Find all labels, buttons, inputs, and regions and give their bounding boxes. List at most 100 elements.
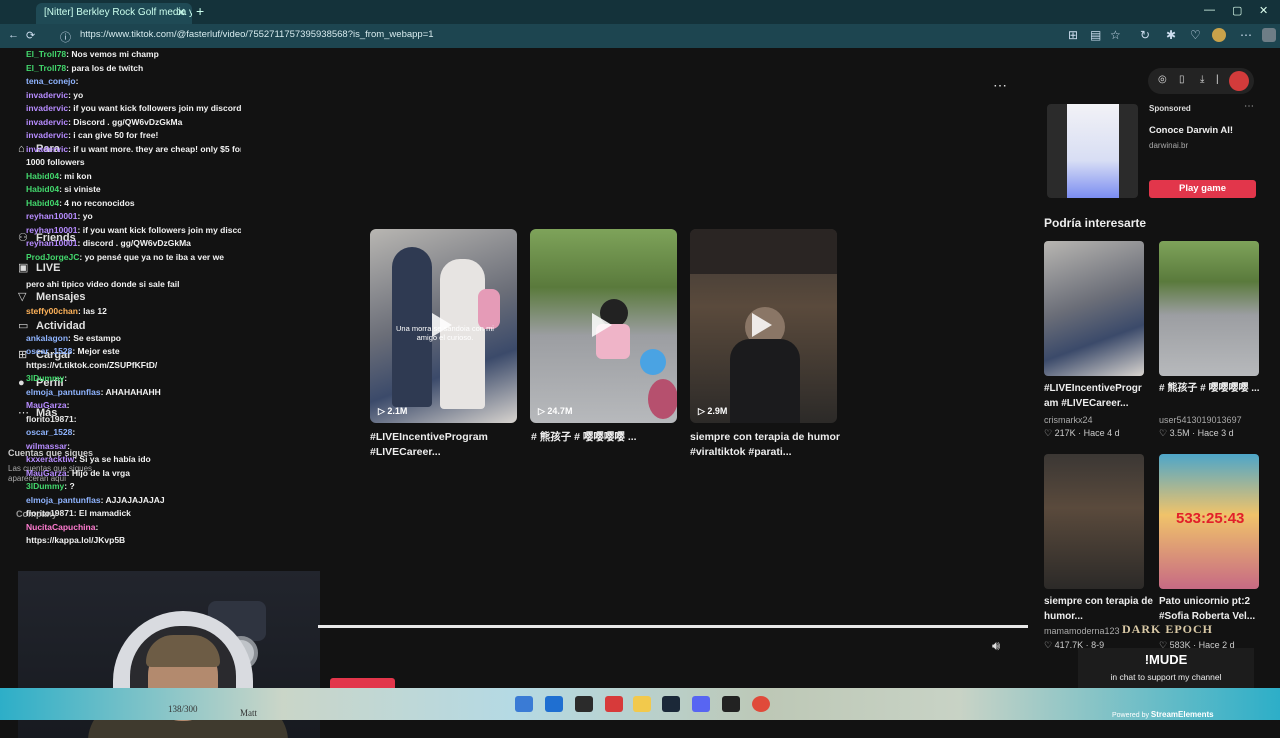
more-options-icon[interactable]: ⋯ — [993, 77, 1007, 94]
recommendation-thumbnail[interactable] — [1044, 241, 1144, 376]
ad-thumbnail[interactable] — [1047, 104, 1138, 198]
app-icon[interactable] — [575, 696, 593, 712]
chat-text: yo pensé que ya no te iba a ver we — [84, 251, 224, 262]
chat-message: reyhan10001: if you want kick followers … — [26, 224, 241, 238]
ad-title[interactable]: Conoce Darwin AI! — [1149, 125, 1233, 136]
extensions-icon[interactable]: ✱ — [1166, 28, 1176, 42]
chat-username[interactable]: invadervic — [26, 90, 68, 100]
chat-username[interactable]: wilmassar — [26, 441, 67, 451]
edge-icon[interactable] — [545, 696, 563, 712]
video-card[interactable]: ▷ 2.9M — [690, 229, 837, 423]
video-card[interactable]: ▷ 24.7M — [530, 229, 677, 423]
chat-username[interactable]: elmoja_pantunflas — [26, 495, 101, 505]
copilot-icon[interactable] — [1262, 28, 1276, 42]
volume-icon[interactable]: 🔊︎ — [992, 638, 1000, 654]
chat-username[interactable]: 3lDummy — [26, 373, 64, 383]
chat-username[interactable]: steffy00chan — [26, 306, 78, 316]
refresh-extension-icon[interactable]: ↻ — [1140, 28, 1150, 42]
chat-username[interactable]: NucitaCapuchina — [26, 522, 95, 532]
chat-username[interactable]: MauGarza — [26, 468, 67, 478]
chat-username[interactable]: invadervic — [26, 130, 68, 140]
user-avatar[interactable] — [1229, 71, 1249, 91]
chat-username[interactable]: Habid04 — [26, 184, 59, 194]
device-icon[interactable]: ▯ — [1179, 74, 1185, 85]
chat-message: kxxeracktiw: Si ya se había ido — [26, 454, 151, 464]
chat-username[interactable]: El_Troll78 — [26, 49, 66, 59]
browser-tab[interactable]: [Nitter] Berkley Rock Golf media y ✕ — [36, 3, 192, 24]
tab-close-icon[interactable]: ✕ — [177, 6, 186, 19]
chat-message — [26, 264, 241, 278]
stream-chat-overlay: El_Troll78: Nos vemos mi champ El_Troll78… — [26, 48, 241, 548]
download-icon[interactable]: ⤓ — [1200, 74, 1204, 85]
obs-icon[interactable] — [722, 696, 740, 712]
recommendation-title[interactable]: # 熊孩子 # 嘤嘤嘤嘤 ... — [1159, 381, 1269, 396]
chat-username[interactable]: oscar_1528 — [26, 346, 72, 356]
heart-icon[interactable]: ♡ — [1190, 28, 1201, 42]
chat-text: https://vt.tiktok.com/ZSUPfKFtD/ — [26, 359, 158, 370]
close-window-icon[interactable]: ✕ — [1259, 4, 1268, 17]
ad-domain: darwinai.br — [1149, 141, 1189, 150]
chat-username[interactable]: MauGarza — [26, 400, 67, 410]
video-caption[interactable]: # 熊孩子 # 嘤嘤嘤嘤 ... — [531, 430, 681, 445]
chat-message: reyhan10001: yo — [26, 211, 93, 221]
favorite-icon[interactable]: ☆ — [1110, 28, 1121, 42]
maximize-icon[interactable]: ▢ — [1232, 4, 1242, 17]
chat-username[interactable]: ankalagon — [26, 333, 68, 343]
chat-message — [26, 291, 241, 305]
apps-icon[interactable]: ⊞ — [1068, 28, 1078, 42]
chat-username[interactable]: reyhan10001 — [26, 225, 78, 235]
chat-username[interactable]: elmoja_pantunflas — [26, 387, 101, 397]
recommendation-author[interactable]: mamamoderna123 — [1044, 626, 1120, 636]
minimize-icon[interactable]: — — [1204, 4, 1215, 16]
chat-username[interactable]: 3lDummy — [26, 481, 64, 491]
chrome-icon[interactable] — [752, 696, 770, 712]
chat-username[interactable]: El_Troll78 — [26, 63, 66, 73]
chat-username[interactable]: kxxeracktiw — [26, 454, 74, 464]
chat-username[interactable]: invadervic — [26, 144, 68, 154]
chat-username[interactable]: Habid04 — [26, 171, 59, 181]
recommendation-thumbnail[interactable] — [1044, 454, 1144, 589]
reload-icon[interactable]: ⟳ — [26, 29, 35, 42]
compass-icon[interactable]: ◎ — [1158, 74, 1167, 85]
folder-icon[interactable] — [633, 696, 651, 712]
chat-username[interactable]: tena_conejo — [26, 76, 76, 86]
recommendation-author[interactable]: crismarkx24 — [1044, 415, 1093, 425]
chat-text: para los de twitch — [71, 62, 144, 73]
chat-text: https://kappa.lol/JKvp5B — [26, 535, 126, 545]
new-tab-icon[interactable]: + — [196, 3, 204, 19]
site-info-icon[interactable]: ⓘ — [60, 29, 71, 45]
steam-icon[interactable] — [662, 696, 680, 712]
chat-username[interactable]: reyhan10001 — [26, 211, 78, 221]
profile-avatar-icon[interactable] — [1212, 28, 1226, 42]
heart-icon: ♡ — [1044, 428, 1053, 438]
recommendation-author[interactable]: user5413019013697 — [1159, 415, 1242, 425]
video-caption[interactable]: siempre con terapia de humor #viraltikto… — [690, 430, 840, 460]
chat-username[interactable]: florito19871 — [26, 414, 74, 424]
video-caption[interactable]: #LIVEIncentiveProgram #LIVECareer... — [370, 430, 520, 460]
chat-username[interactable]: florito19871 — [26, 508, 74, 518]
chat-username[interactable]: invadervic — [26, 103, 68, 113]
video-progress-bar[interactable] — [318, 625, 1028, 628]
chat-username[interactable]: reyhan10001 — [26, 238, 78, 248]
reader-icon[interactable]: ▤ — [1090, 28, 1101, 42]
play-icon — [592, 313, 612, 337]
recommendation-title[interactable]: siempre con terapia de humor... — [1044, 594, 1154, 624]
back-icon[interactable]: ← — [8, 29, 19, 41]
chat-text: AJJAJAJAJAJ — [105, 494, 165, 505]
chat-username[interactable]: oscar_1528 — [26, 427, 72, 437]
recommendation-title[interactable]: Pato unicornio pt:2 #Sofia Roberta Vel..… — [1159, 594, 1269, 624]
video-card[interactable]: Una morra se sandoia con mi amigo el cur… — [370, 229, 517, 423]
menu-icon[interactable]: ⋯ — [1240, 28, 1252, 42]
play-game-button[interactable]: Play game — [1149, 180, 1256, 198]
chat-username[interactable]: ProdJorgeJC — [26, 252, 79, 262]
chat-username[interactable]: Habid04 — [26, 198, 59, 208]
tiktok-page: ⌂ Para ⚇ Friends ▣ LIVE ▽ Mensajes ▭ Activida… — [0, 48, 1280, 738]
discord-icon[interactable] — [692, 696, 710, 712]
recommendation-title[interactable]: #LIVEIncentiveProgr am #LIVECareer... — [1044, 381, 1154, 411]
start-icon[interactable] — [515, 696, 533, 712]
recommendation-thumbnail[interactable] — [1159, 241, 1259, 376]
chat-username[interactable]: invadervic — [26, 117, 68, 127]
url-field[interactable]: https://www.tiktok.com/@fasterluf/video/… — [80, 29, 434, 40]
news-icon[interactable] — [605, 696, 623, 712]
ad-more-icon[interactable]: ⋯ — [1244, 101, 1254, 112]
